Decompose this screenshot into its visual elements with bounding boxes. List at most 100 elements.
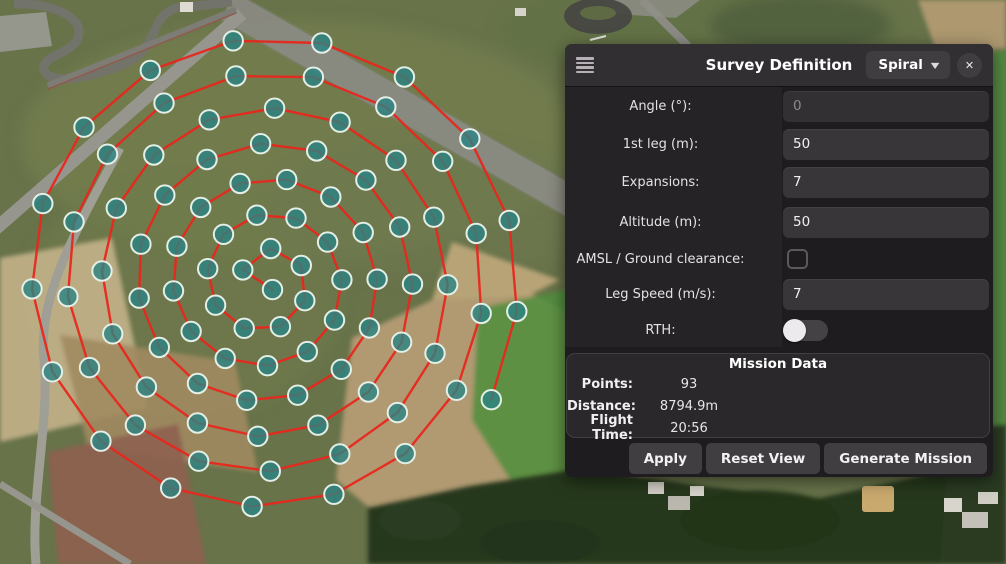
close-button[interactable]: ✕: [957, 53, 982, 78]
waypoint[interactable]: [248, 427, 267, 446]
waypoint[interactable]: [103, 324, 122, 343]
waypoint[interactable]: [467, 224, 486, 243]
waypoint[interactable]: [424, 208, 443, 227]
waypoint[interactable]: [295, 291, 314, 310]
waypoint[interactable]: [304, 68, 323, 87]
waypoint[interactable]: [144, 145, 163, 164]
waypoint[interactable]: [286, 208, 305, 227]
waypoint[interactable]: [396, 444, 415, 463]
waypoint[interactable]: [318, 232, 337, 251]
waypoint[interactable]: [308, 416, 327, 435]
waypoint[interactable]: [141, 61, 160, 80]
waypoint[interactable]: [386, 151, 405, 170]
waypoint[interactable]: [360, 318, 379, 337]
waypoint[interactable]: [43, 362, 62, 381]
waypoint[interactable]: [92, 261, 111, 280]
waypoint[interactable]: [129, 288, 148, 307]
waypoint[interactable]: [261, 462, 280, 481]
waypoint[interactable]: [403, 274, 422, 293]
waypoint[interactable]: [500, 211, 519, 230]
waypoint[interactable]: [226, 66, 245, 85]
rth-toggle[interactable]: [783, 320, 828, 341]
waypoint[interactable]: [367, 270, 386, 289]
waypoint[interactable]: [258, 356, 277, 375]
waypoint[interactable]: [22, 279, 41, 298]
waypoint[interactable]: [307, 141, 326, 160]
angle-input[interactable]: 0: [783, 91, 989, 122]
waypoint[interactable]: [324, 485, 343, 504]
waypoint[interactable]: [91, 432, 110, 451]
waypoint[interactable]: [191, 198, 210, 217]
waypoint[interactable]: [261, 239, 280, 258]
waypoint[interactable]: [107, 199, 126, 218]
waypoint[interactable]: [242, 497, 261, 516]
waypoint[interactable]: [390, 217, 409, 236]
waypoint[interactable]: [472, 304, 491, 323]
waypoint[interactable]: [263, 280, 282, 299]
waypoint[interactable]: [181, 322, 200, 341]
leg-speed-input[interactable]: 7: [783, 279, 989, 310]
survey-type-dropdown[interactable]: Spiral ▼: [866, 51, 950, 79]
waypoint[interactable]: [482, 390, 501, 409]
waypoint[interactable]: [235, 319, 254, 338]
waypoint[interactable]: [150, 338, 169, 357]
waypoint[interactable]: [251, 134, 270, 153]
waypoint[interactable]: [277, 170, 296, 189]
waypoint[interactable]: [438, 275, 457, 294]
waypoint[interactable]: [359, 382, 378, 401]
waypoint[interactable]: [507, 302, 526, 321]
waypoint[interactable]: [425, 344, 444, 363]
waypoint[interactable]: [265, 99, 284, 118]
waypoint[interactable]: [392, 333, 411, 352]
waypoint[interactable]: [188, 413, 207, 432]
waypoint[interactable]: [167, 237, 186, 256]
waypoint[interactable]: [154, 93, 173, 112]
waypoint[interactable]: [332, 360, 351, 379]
waypoint[interactable]: [330, 444, 349, 463]
waypoint[interactable]: [224, 31, 243, 50]
waypoint[interactable]: [433, 152, 452, 171]
expansions-input[interactable]: 7: [783, 167, 989, 198]
waypoint[interactable]: [237, 391, 256, 410]
waypoint[interactable]: [74, 118, 93, 137]
waypoint[interactable]: [356, 170, 375, 189]
menu-icon[interactable]: [576, 57, 594, 73]
waypoint[interactable]: [188, 374, 207, 393]
waypoint[interactable]: [98, 145, 117, 164]
waypoint[interactable]: [216, 349, 235, 368]
waypoint[interactable]: [321, 187, 340, 206]
waypoint[interactable]: [230, 174, 249, 193]
waypoint[interactable]: [233, 260, 252, 279]
apply-button[interactable]: Apply: [629, 443, 702, 474]
waypoint[interactable]: [200, 110, 219, 129]
waypoint[interactable]: [330, 113, 349, 132]
waypoint[interactable]: [354, 223, 373, 242]
waypoint[interactable]: [161, 478, 180, 497]
waypoint[interactable]: [325, 310, 344, 329]
waypoint[interactable]: [288, 386, 307, 405]
waypoint[interactable]: [460, 129, 479, 148]
altitude-input[interactable]: 50: [783, 207, 989, 238]
waypoint[interactable]: [312, 33, 331, 52]
waypoint[interactable]: [155, 185, 174, 204]
waypoint[interactable]: [271, 317, 290, 336]
waypoint[interactable]: [395, 67, 414, 86]
waypoint[interactable]: [198, 259, 217, 278]
waypoint[interactable]: [131, 235, 150, 254]
waypoint[interactable]: [247, 206, 266, 225]
waypoint[interactable]: [189, 452, 208, 471]
waypoint[interactable]: [376, 97, 395, 116]
waypoint[interactable]: [126, 415, 145, 434]
waypoint[interactable]: [33, 194, 52, 213]
waypoint[interactable]: [164, 281, 183, 300]
waypoint[interactable]: [214, 225, 233, 244]
first-leg-input[interactable]: 50: [783, 129, 989, 160]
generate-mission-button[interactable]: Generate Mission: [824, 443, 987, 474]
waypoint[interactable]: [64, 212, 83, 231]
waypoint[interactable]: [292, 256, 311, 275]
waypoint[interactable]: [58, 287, 77, 306]
waypoint[interactable]: [206, 296, 225, 315]
waypoint[interactable]: [447, 381, 466, 400]
amsl-checkbox[interactable]: [787, 249, 808, 269]
waypoint[interactable]: [197, 150, 216, 169]
